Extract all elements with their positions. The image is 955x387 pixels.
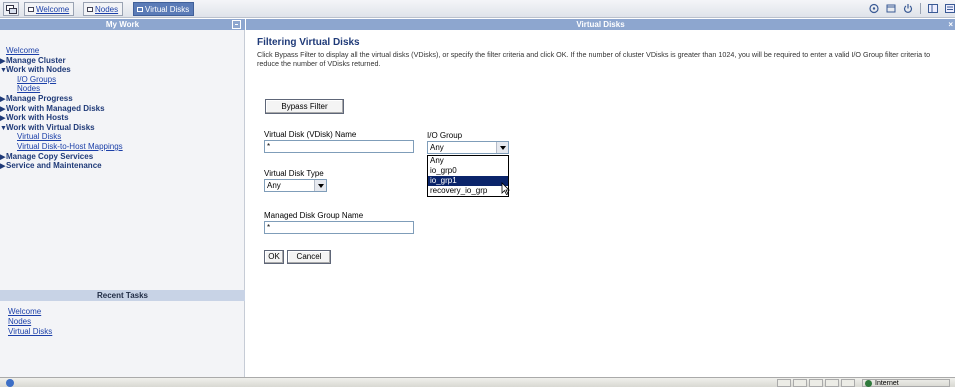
nav-io-groups-link[interactable]: I/O Groups (17, 75, 56, 84)
filter-form: Filtering Virtual Disks Click Bypass Fil… (257, 37, 947, 68)
my-work-header: My Work (0, 19, 245, 30)
tab-page-icon (137, 6, 143, 12)
security-zone: Internet (862, 379, 950, 387)
io-group-option-highlighted[interactable]: io_grp1 (428, 176, 508, 186)
tab-nodes[interactable]: Nodes (83, 2, 124, 16)
page-description: Click Bypass Filter to display all the v… (257, 50, 931, 68)
page-title: Filtering Virtual Disks (257, 37, 360, 48)
io-group-dropdown-list: Any io_grp0 io_grp1 recovery_io_grp (427, 155, 509, 197)
nav-label: Manage Cluster (6, 55, 66, 65)
io-group-option[interactable]: io_grp0 (428, 166, 508, 176)
nav-manage-copy-services[interactable]: ▶ Manage Copy Services (0, 151, 123, 162)
tab-welcome[interactable]: Welcome (24, 2, 75, 16)
collapsed-arrow-icon: ▶ (0, 163, 6, 171)
mouse-pointer-icon (501, 182, 510, 195)
status-cell (825, 379, 839, 387)
security-zone-label: Internet (875, 380, 899, 387)
status-cell (793, 379, 807, 387)
browser-page-icon (6, 379, 14, 387)
my-information-icon[interactable] (886, 3, 896, 14)
page-settings-icon[interactable] (945, 3, 955, 14)
nav-manage-cluster[interactable]: ▶ Manage Cluster (0, 55, 123, 66)
nav-virtual-disks-link[interactable]: Virtual Disks (17, 132, 61, 141)
top-tab-bar: Welcome Nodes Virtual Disks (0, 0, 955, 18)
status-cells (777, 379, 855, 387)
recent-tasks-title: Recent Tasks (97, 291, 148, 300)
recent-nodes-link[interactable]: Nodes (8, 317, 31, 326)
tab-label: Welcome (36, 4, 70, 14)
internet-globe-icon (865, 380, 872, 387)
cancel-button[interactable]: Cancel (287, 250, 331, 264)
nav-work-with-managed-disks[interactable]: ▶ Work with Managed Disks (0, 103, 123, 114)
vdisk-type-selected-value: Any (267, 181, 281, 190)
status-cell (809, 379, 823, 387)
toolbar-separator (920, 3, 921, 14)
toolbar-icons (869, 3, 955, 14)
bypass-filter-button[interactable]: Bypass Filter (265, 99, 344, 114)
content-header-title: Virtual Disks (576, 20, 625, 29)
status-cell (841, 379, 855, 387)
mdisk-group-label: Managed Disk Group Name (264, 211, 364, 220)
tab-virtual-disks[interactable]: Virtual Disks (133, 2, 195, 16)
ok-button[interactable]: OK (264, 250, 284, 264)
nav-label: Work with Hosts (6, 113, 69, 123)
nav-label: Service and Maintenance (6, 161, 102, 171)
nav-welcome[interactable]: Welcome (3, 46, 123, 56)
nav-nodes-link[interactable]: Nodes (17, 84, 40, 93)
portfolio-toggle-button[interactable] (3, 2, 19, 16)
help-icon[interactable] (869, 3, 879, 14)
recent-welcome-link[interactable]: Welcome (8, 307, 41, 316)
nav-welcome-link[interactable]: Welcome (6, 46, 39, 55)
nav-vdisk-host-mappings[interactable]: Virtual Disk-to-Host Mappings (3, 142, 123, 152)
nav-work-with-hosts[interactable]: ▶ Work with Hosts (0, 113, 123, 123)
browser-status-bar: Internet (0, 377, 955, 387)
tab-label: Nodes (95, 4, 119, 14)
mdisk-group-input[interactable]: * (264, 221, 414, 234)
status-cell (777, 379, 791, 387)
nav-manage-progress[interactable]: ▶ Manage Progress (0, 93, 123, 104)
window-icon (6, 5, 17, 14)
nav-service-and-maintenance[interactable]: ▶ Service and Maintenance (0, 161, 123, 171)
recent-tasks-header: Recent Tasks (0, 290, 245, 301)
chevron-down-icon[interactable] (496, 142, 508, 153)
minimize-panel-icon[interactable] (232, 20, 241, 29)
nav-label: Manage Copy Services (6, 151, 94, 161)
tab-page-icon (28, 6, 34, 12)
nav-label: Work with Nodes (6, 65, 71, 75)
nav-vdisk-host-mappings-link[interactable]: Virtual Disk-to-Host Mappings (17, 142, 123, 151)
tab-label: Virtual Disks (145, 4, 190, 14)
my-work-title: My Work (105, 20, 140, 29)
io-group-option[interactable]: Any (428, 156, 508, 166)
io-group-option[interactable]: recovery_io_grp (428, 186, 508, 196)
nav-virtual-disks[interactable]: Virtual Disks (3, 132, 123, 142)
chevron-down-icon[interactable] (314, 180, 326, 191)
nav-work-with-virtual-disks[interactable]: ▼ Work with Virtual Disks (0, 122, 123, 133)
nav-work-with-nodes[interactable]: ▼ Work with Nodes (0, 65, 123, 75)
io-group-label: I/O Group (427, 131, 463, 140)
logout-icon[interactable] (903, 3, 913, 14)
nav-nodes[interactable]: Nodes (3, 84, 123, 94)
close-icon[interactable]: × (948, 19, 953, 30)
content-header: Virtual Disks × (246, 19, 955, 30)
layout-icon[interactable] (928, 3, 938, 14)
nav-label: Work with Virtual Disks (6, 122, 95, 132)
vdisk-type-label: Virtual Disk Type (264, 169, 324, 178)
vdisk-name-input[interactable]: * (264, 140, 414, 153)
nav-label: Manage Progress (6, 93, 73, 103)
vdisk-name-label: Virtual Disk (VDisk) Name (264, 130, 357, 139)
task-navigation: Welcome ▶ Manage Cluster ▼ Work with Nodes… (0, 46, 123, 171)
nav-io-groups[interactable]: I/O Groups (3, 75, 123, 85)
nav-label: Work with Managed Disks (6, 103, 105, 113)
vdisk-type-select[interactable]: Any (264, 179, 327, 192)
recent-virtual-disks-link[interactable]: Virtual Disks (8, 327, 52, 336)
tab-page-icon (87, 6, 93, 12)
io-group-selected-value: Any (430, 143, 444, 152)
recent-tasks-list: Welcome Nodes Virtual Disks (8, 307, 52, 337)
io-group-select[interactable]: Any (427, 141, 509, 154)
